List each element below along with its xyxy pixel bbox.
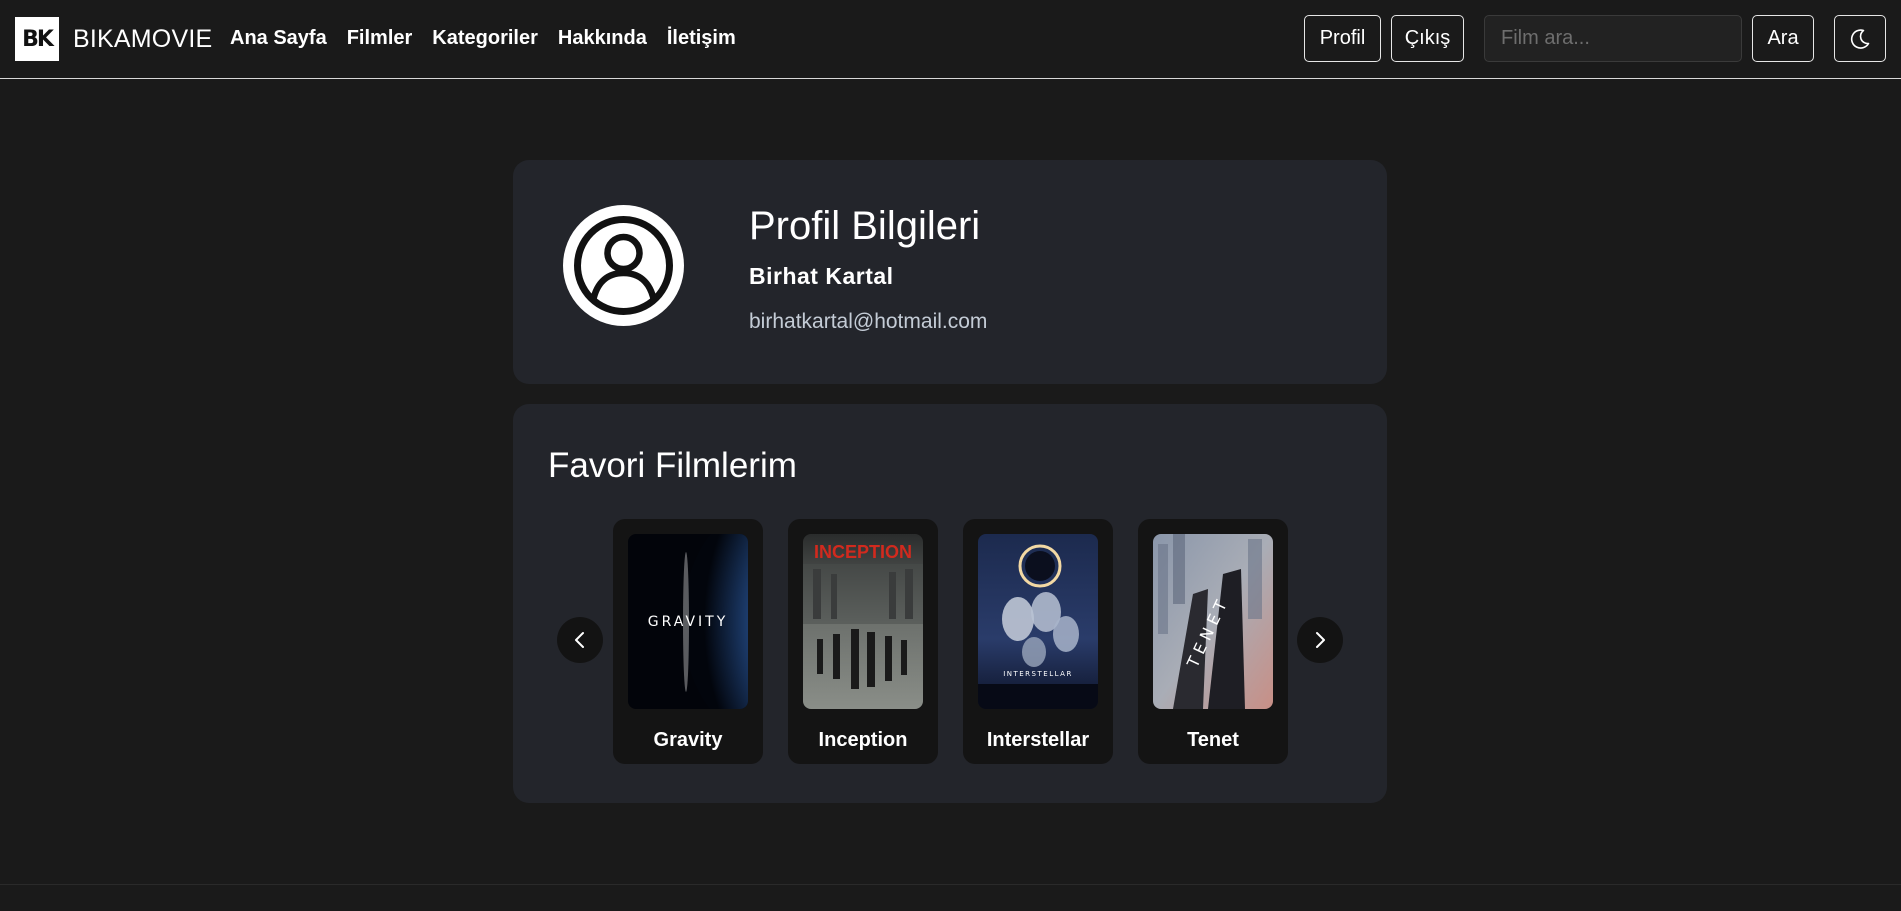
- movie-title: Tenet: [1187, 729, 1239, 751]
- moon-icon: [1848, 27, 1872, 51]
- logout-button[interactable]: Çıkış: [1391, 15, 1464, 62]
- movie-card-gravity[interactable]: GRAVITY Gravity: [613, 519, 763, 764]
- nav-link-movies[interactable]: Filmler: [347, 27, 413, 50]
- chevron-left-icon: [575, 632, 584, 648]
- profile-button[interactable]: Profil: [1304, 15, 1381, 62]
- movie-poster: INTERSTELLAR: [978, 534, 1098, 709]
- brand[interactable]: BK BIKAMOVIE: [15, 17, 212, 61]
- profile-email: birhatkartal@hotmail.com: [749, 310, 988, 333]
- nav-link-about[interactable]: Hakkında: [558, 27, 647, 50]
- search-input[interactable]: [1484, 15, 1742, 62]
- favorites-card: Favori Filmlerim GRAVITY Gravity INCEPTI…: [513, 404, 1387, 803]
- movie-poster: INCEPTION: [803, 534, 923, 709]
- poster-title: GRAVITY: [648, 614, 729, 630]
- carousel-prev-button[interactable]: [557, 617, 603, 663]
- profile-card: Profil Bilgileri Birhat Kartal birhatkar…: [513, 160, 1387, 384]
- user-circle-icon: [563, 205, 684, 326]
- movie-poster: GRAVITY: [628, 534, 748, 709]
- nav-links: Ana Sayfa Filmler Kategoriler Hakkında İ…: [230, 27, 756, 50]
- profile-title: Profil Bilgileri: [749, 204, 981, 248]
- carousel-next-button[interactable]: [1297, 617, 1343, 663]
- movie-title: Gravity: [653, 729, 723, 751]
- poster-title: INCEPTION: [814, 542, 912, 562]
- nav-link-home[interactable]: Ana Sayfa: [230, 27, 327, 50]
- footer-divider: [0, 884, 1901, 885]
- theme-toggle-button[interactable]: [1834, 15, 1886, 62]
- chevron-right-icon: [1316, 632, 1325, 648]
- brand-logo: BK: [15, 17, 59, 61]
- search-button[interactable]: Ara: [1752, 15, 1814, 62]
- brand-name: BIKAMOVIE: [73, 24, 213, 53]
- navbar: BK BIKAMOVIE Ana Sayfa Filmler Kategoril…: [0, 0, 1901, 79]
- movie-title: Interstellar: [986, 729, 1090, 751]
- movie-card-tenet[interactable]: TENET Tenet: [1138, 519, 1288, 764]
- movie-title: Inception: [818, 729, 908, 751]
- movie-card-inception[interactable]: INCEPTION Inception: [788, 519, 938, 764]
- favorites-title: Favori Filmlerim: [548, 446, 797, 485]
- movie-poster: TENET: [1153, 534, 1273, 709]
- movie-card-interstellar[interactable]: INTERSTELLAR Interstellar: [963, 519, 1113, 764]
- poster-title: INTERSTELLAR: [1003, 670, 1073, 678]
- nav-link-contact[interactable]: İletişim: [667, 27, 736, 50]
- profile-name: Birhat Kartal: [749, 263, 894, 289]
- nav-link-categories[interactable]: Kategoriler: [432, 27, 538, 50]
- movie-list: GRAVITY Gravity INCEPTION Inception INTE…: [613, 519, 1313, 764]
